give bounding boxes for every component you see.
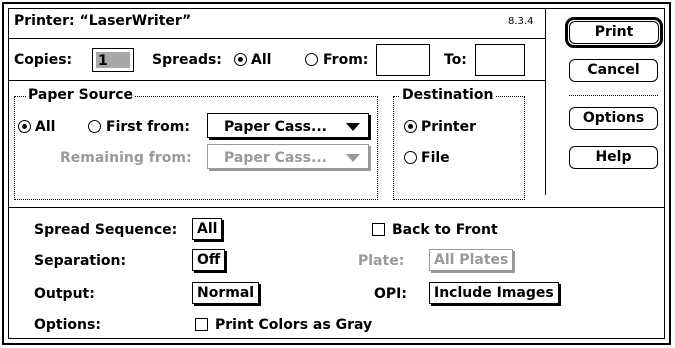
destination-file-radio[interactable] <box>404 151 417 164</box>
options-label: Options: <box>34 317 101 333</box>
paper-all-label: All <box>35 119 56 135</box>
first-from-value: Paper Cass... <box>224 119 327 135</box>
spreads-from-radio[interactable] <box>305 53 318 66</box>
first-from-popup[interactable]: Paper Cass... <box>207 113 369 138</box>
opi-label: OPI: <box>374 286 407 302</box>
destination-printer-label: Printer <box>421 119 477 135</box>
spreads-to-label: To: <box>444 52 467 68</box>
remaining-from-value: Paper Cass... <box>224 150 327 166</box>
separation-popup[interactable]: Off <box>192 249 226 271</box>
back-to-front-checkbox[interactable] <box>372 223 385 236</box>
separation-label: Separation: <box>34 253 127 269</box>
back-to-front-label: Back to Front <box>392 222 498 238</box>
destination-file-label: File <box>421 150 450 166</box>
dialog-title: Printer: “LaserWriter” <box>14 13 192 29</box>
output-label: Output: <box>34 286 95 302</box>
spreads-from-field[interactable] <box>376 44 430 76</box>
print-colors-gray-checkbox[interactable] <box>195 318 208 331</box>
help-button[interactable]: Help <box>569 146 658 169</box>
button-column-divider <box>545 8 546 195</box>
spreads-from-label: From: <box>323 52 369 68</box>
print-colors-gray-label: Print Colors as Gray <box>215 317 373 333</box>
destination-legend: Destination <box>400 87 496 103</box>
spreads-all-radio[interactable] <box>234 53 247 66</box>
radio-selected-dot <box>22 124 27 129</box>
copies-field[interactable]: 1 <box>92 48 134 72</box>
paper-all-radio[interactable] <box>18 120 31 133</box>
radio-selected-dot <box>238 57 243 62</box>
paper-first-from-radio[interactable] <box>88 120 101 133</box>
section-divider <box>8 207 665 208</box>
dropdown-arrow-icon <box>346 123 360 131</box>
title-divider <box>8 38 546 39</box>
spread-sequence-popup[interactable]: All <box>192 218 223 240</box>
copies-label: Copies: <box>14 52 73 68</box>
spread-sequence-label: Spread Sequence: <box>34 222 178 238</box>
spreads-all-label: All <box>251 52 272 68</box>
destination-group <box>393 96 525 200</box>
spreads-to-field[interactable] <box>475 44 525 76</box>
version-label: 8.3.4 <box>508 16 534 27</box>
dropdown-arrow-icon <box>346 154 360 162</box>
options-button[interactable]: Options <box>569 107 658 130</box>
output-popup[interactable]: Normal <box>192 282 260 304</box>
radio-selected-dot <box>408 124 413 129</box>
opi-popup[interactable]: Include Images <box>429 282 559 304</box>
cancel-button[interactable]: Cancel <box>569 59 658 82</box>
plate-label: Plate: <box>358 253 405 269</box>
destination-printer-radio[interactable] <box>404 120 417 133</box>
remaining-from-label: Remaining from: <box>60 150 192 166</box>
print-button[interactable]: Print <box>569 21 659 44</box>
copies-divider <box>8 80 546 81</box>
first-from-label: First from: <box>106 119 190 135</box>
plate-popup[interactable]: All Plates <box>429 249 514 271</box>
spreads-label: Spreads: <box>152 52 222 68</box>
paper-source-legend: Paper Source <box>26 87 135 103</box>
copies-value: 1 <box>98 53 108 69</box>
remaining-from-popup[interactable]: Paper Cass... <box>207 144 369 169</box>
button-separator <box>569 95 658 97</box>
